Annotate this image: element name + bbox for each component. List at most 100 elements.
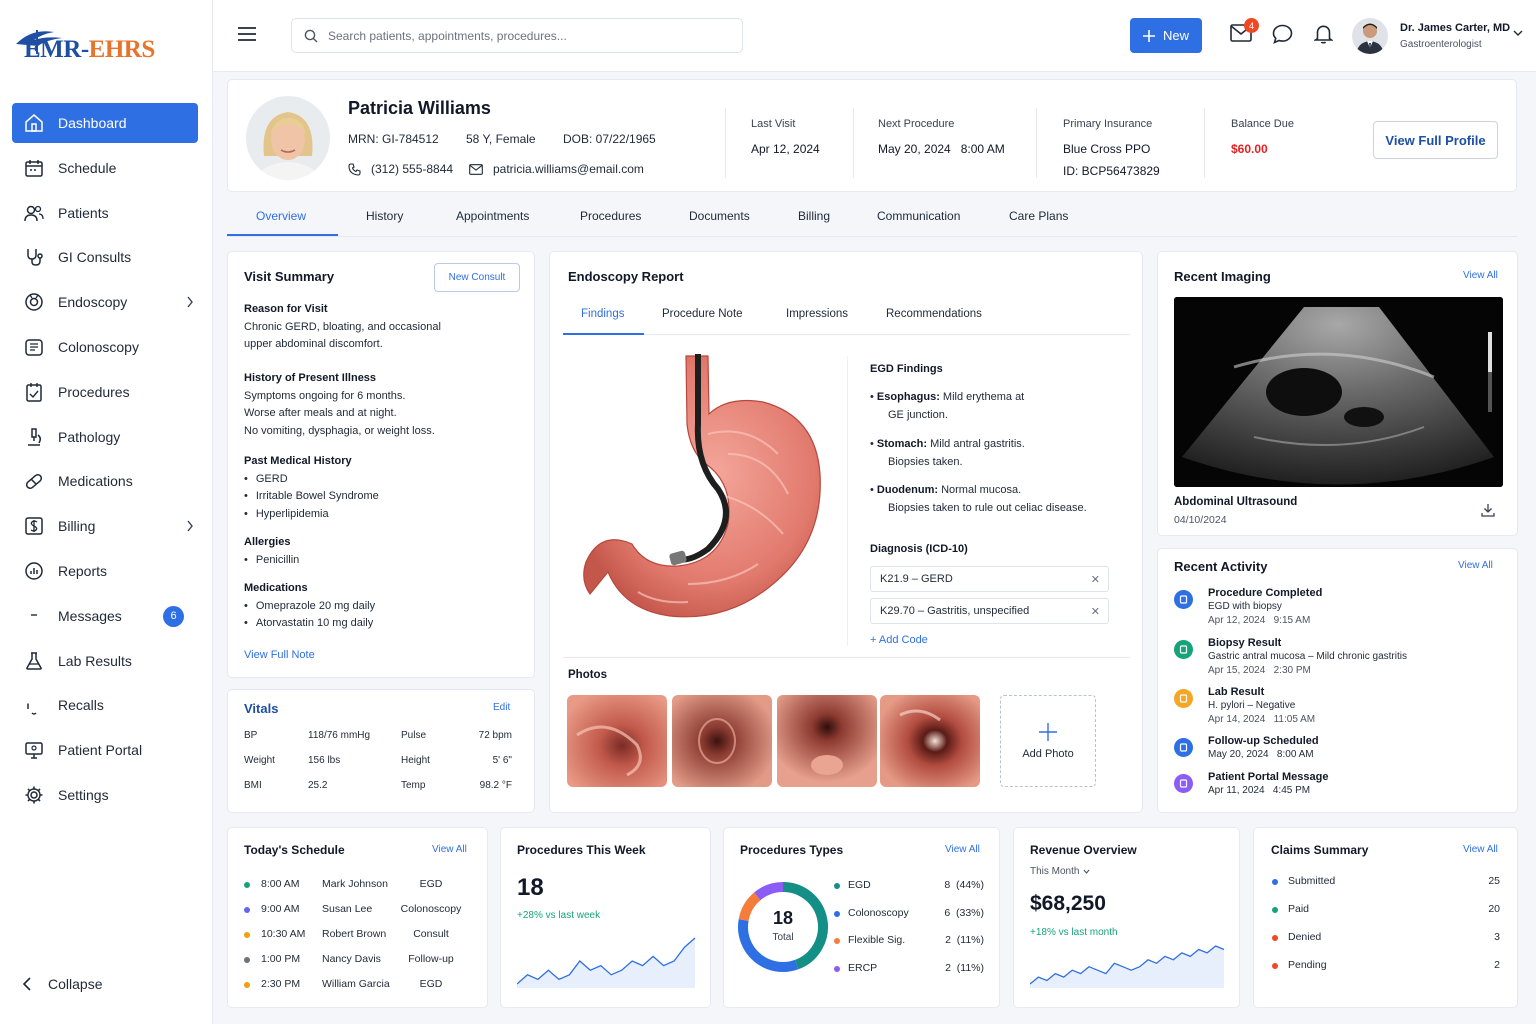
legend-dot [834, 910, 840, 917]
activity-item[interactable]: Lab Result H. pylori – Negative Apr 14, 20… [1174, 686, 1494, 726]
view-full-note-link[interactable]: View Full Note [244, 649, 315, 661]
activity-item[interactable]: Patient Portal Message Apr 11, 2024 4:45 … [1174, 771, 1494, 811]
remove-diagnosis-icon[interactable]: ✕ [1091, 573, 1100, 586]
vitals-edit-link[interactable]: Edit [493, 702, 510, 713]
sidebar-item-colonoscopy[interactable]: Colonoscopy [12, 327, 198, 367]
collapse-button[interactable]: Collapse [22, 976, 102, 992]
activity-view-all-link[interactable]: View All [1458, 560, 1493, 571]
schedule-row[interactable]: 10:30 AM Robert Brown Consult [244, 928, 466, 944]
schedule-view-all-link[interactable]: View All [432, 844, 467, 855]
sidebar-item-procedures[interactable]: Procedures [12, 372, 198, 412]
activity-item[interactable]: Procedure Completed EGD with biopsy Apr 12… [1174, 587, 1494, 627]
activity-item[interactable]: Biopsy Result Gastric antral mucosa – Mil… [1174, 637, 1494, 677]
legend-value: 8 (44%) [944, 879, 984, 891]
chat-button[interactable] [1272, 24, 1293, 44]
imaging-date: 04/10/2024 [1174, 514, 1227, 526]
hpi-heading: History of Present Illness [244, 372, 377, 384]
sidebar-item-reports[interactable]: Reports [12, 551, 198, 591]
claim-row[interactable]: Denied 3 [1270, 931, 1500, 945]
new-consult-button[interactable]: New Consult [434, 263, 520, 292]
new-button[interactable]: New [1130, 18, 1202, 53]
imaging-view-all-link[interactable]: View All [1463, 270, 1498, 281]
home-icon [25, 114, 43, 132]
donut-slice-ercp[interactable] [754, 882, 784, 901]
app-logo[interactable]: EMR-EHRS [12, 26, 182, 66]
user-avatar[interactable] [1352, 18, 1388, 54]
activity-status-icon [1174, 689, 1193, 708]
sidebar-item-gi-consults[interactable]: GI Consults [12, 237, 198, 277]
photos-heading: Photos [568, 669, 607, 681]
sidebar-item-billing[interactable]: Billing [12, 506, 198, 546]
subtab-procedure-note[interactable]: Procedure Note [662, 308, 743, 320]
tab-history[interactable]: History [366, 209, 403, 223]
sidebar-item-medications[interactable]: Medications [12, 461, 198, 501]
remove-diagnosis-icon[interactable]: ✕ [1091, 605, 1100, 618]
search-input[interactable] [328, 28, 708, 43]
vital-value: 25.2 [308, 780, 328, 791]
menu-button[interactable] [237, 26, 257, 42]
tab-overview[interactable]: Overview [256, 209, 306, 223]
schedule-row[interactable]: 8:00 AM Mark Johnson EGD [244, 878, 466, 894]
sidebar-item-messages[interactable]: Messages 6 [12, 596, 198, 636]
sidebar-item-label: Pathology [58, 428, 121, 445]
subtab-impressions[interactable]: Impressions [786, 308, 848, 320]
new-button-label: New [1162, 28, 1189, 43]
patient-phone[interactable]: (312) 555-8844 [348, 162, 453, 176]
patient-email[interactable]: patricia.williams@email.com [469, 162, 644, 176]
patient-photo-icon [246, 96, 330, 180]
tab-procedures[interactable]: Procedures [580, 209, 641, 223]
procedure-types-view-all-link[interactable]: View All [945, 844, 980, 855]
search-box[interactable] [291, 18, 743, 53]
claim-name: Denied [1288, 931, 1322, 943]
activity-item[interactable]: Follow-up Scheduled May 20, 2024 8:00 AM [1174, 735, 1494, 775]
sidebar-item-label: Patient Portal [58, 742, 143, 759]
sidebar-item-pathology[interactable]: Pathology [12, 417, 198, 457]
tab-appointments[interactable]: Appointments [456, 209, 529, 223]
sidebar-item-schedule[interactable]: Schedule [12, 148, 198, 188]
subtab-findings[interactable]: Findings [581, 308, 624, 320]
endoscopy-photo[interactable] [777, 695, 877, 787]
add-code-link[interactable]: + Add Code [870, 632, 928, 650]
user-menu-toggle[interactable] [1513, 30, 1523, 36]
patient-tabs: Overview History Appointments Procedures… [227, 197, 1517, 237]
bell-icon [27, 703, 37, 716]
finding-text: GE junction. [888, 408, 948, 421]
revenue-period-select[interactable]: This Month [1030, 866, 1090, 877]
tab-care-plans[interactable]: Care Plans [1009, 209, 1068, 223]
finding-esophagus: • Esophagus: Mild erythema at GE junctio… [870, 391, 1025, 421]
sidebar-item-dashboard[interactable]: Dashboard [12, 103, 198, 143]
tab-communication[interactable]: Communication [877, 209, 960, 223]
sidebar-item-recalls[interactable]: Recalls [12, 685, 198, 725]
sidebar-item-patients[interactable]: Patients [12, 193, 198, 233]
finding-stomach: • Stomach: Mild antral gastritis. Biopsi… [870, 438, 1025, 468]
ultrasound-image[interactable] [1174, 297, 1503, 487]
endoscopy-photo-icon [880, 695, 980, 787]
add-photo-button[interactable]: Add Photo [1000, 695, 1096, 787]
schedule-row[interactable]: 2:30 PM William Garcia EGD [244, 978, 466, 994]
sidebar-item-patient-portal[interactable]: Patient Portal [12, 730, 198, 770]
download-button[interactable] [1481, 503, 1495, 517]
pill-icon [25, 474, 43, 490]
claim-row[interactable]: Submitted 25 [1270, 875, 1500, 889]
schedule-row[interactable]: 9:00 AM Susan Lee Colonoscopy [244, 903, 466, 919]
tab-documents[interactable]: Documents [689, 209, 750, 223]
sidebar-item-endoscopy[interactable]: Endoscopy [12, 282, 198, 322]
endoscopy-photo[interactable] [880, 695, 980, 787]
sidebar-item-settings[interactable]: Settings [12, 775, 198, 815]
claim-row[interactable]: Paid 20 [1270, 903, 1500, 917]
endoscopy-photo[interactable] [672, 695, 772, 787]
claim-row[interactable]: Pending 2 [1270, 959, 1500, 973]
subtab-recommendations[interactable]: Recommendations [886, 308, 982, 320]
diagnosis-chip: K21.9 – GERD ✕ [870, 566, 1109, 592]
schedule-row[interactable]: 1:00 PM Nancy Davis Follow-up [244, 953, 466, 969]
donut-slice-flexible-sig-[interactable] [738, 892, 761, 922]
claims-view-all-link[interactable]: View All [1463, 844, 1498, 855]
notifications-button[interactable] [1314, 24, 1333, 44]
chevron-down-icon [1513, 30, 1523, 36]
endoscopy-photo[interactable] [567, 695, 667, 787]
activity-time: Apr 12, 2024 9:15 AM [1208, 615, 1311, 626]
user-name: Dr. James Carter, MD [1400, 22, 1511, 34]
sidebar-item-lab-results[interactable]: Lab Results [12, 641, 198, 681]
tab-billing[interactable]: Billing [798, 209, 830, 223]
view-full-profile-button[interactable]: View Full Profile [1373, 121, 1498, 159]
